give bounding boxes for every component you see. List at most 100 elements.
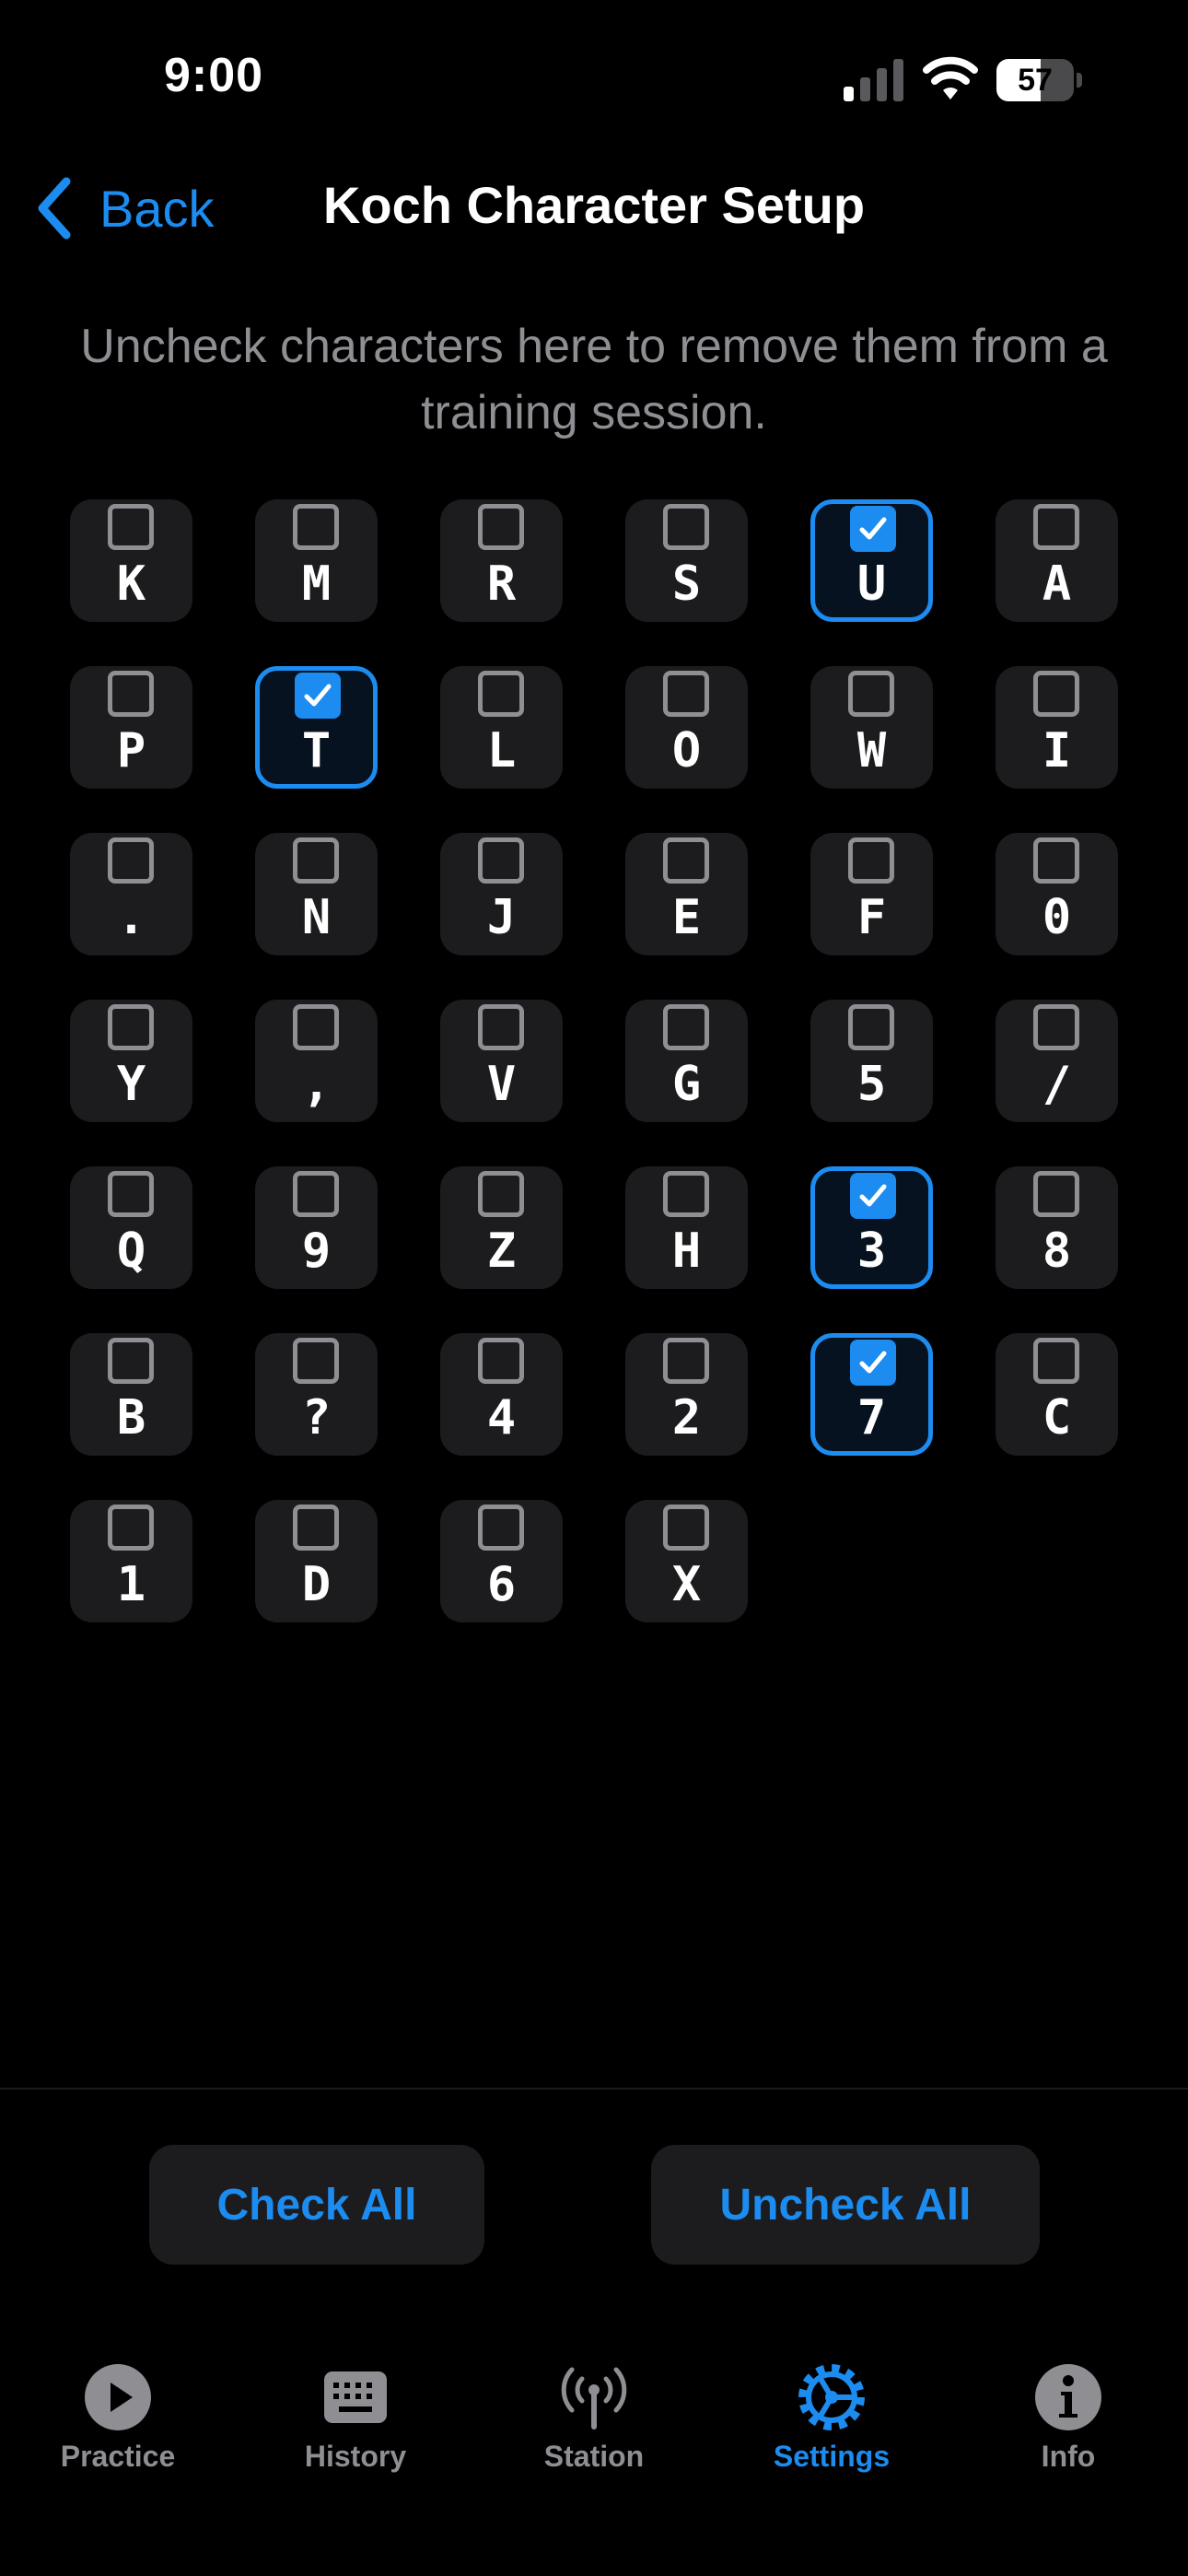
checkbox-unchecked-icon[interactable] [848, 671, 894, 717]
character-tile[interactable]: 2 [625, 1333, 748, 1456]
character-tile[interactable]: G [625, 1000, 748, 1122]
checkbox-unchecked-icon[interactable] [848, 1004, 894, 1050]
character-tile[interactable]: B [70, 1333, 192, 1456]
character-tile[interactable]: 9 [255, 1166, 378, 1289]
checkbox-unchecked-icon[interactable] [1033, 1171, 1079, 1217]
checkbox-unchecked-icon[interactable] [108, 1171, 154, 1217]
checkbox-unchecked-icon[interactable] [293, 1338, 339, 1384]
character-tile[interactable]: 0 [996, 833, 1118, 955]
tab-settings[interactable]: Settings [730, 2340, 933, 2488]
character-tile[interactable]: . [70, 833, 192, 955]
character-label: U [856, 556, 887, 612]
checkbox-unchecked-icon[interactable] [293, 1505, 339, 1551]
character-label: S [671, 556, 702, 612]
checkbox-unchecked-icon[interactable] [1033, 1338, 1079, 1384]
checkbox-unchecked-icon[interactable] [1033, 671, 1079, 717]
checkbox-checked-icon[interactable] [850, 1173, 896, 1219]
character-tile[interactable]: H [625, 1166, 748, 1289]
character-tile[interactable]: T [255, 666, 378, 789]
checkbox-unchecked-icon[interactable] [663, 671, 709, 717]
checkbox-checked-icon[interactable] [850, 506, 896, 552]
character-tile[interactable]: 7 [810, 1333, 933, 1456]
character-tile[interactable]: / [996, 1000, 1118, 1122]
antenna-icon [561, 2367, 627, 2430]
checkbox-unchecked-icon[interactable] [108, 1505, 154, 1551]
checkbox-unchecked-icon[interactable] [108, 1338, 154, 1384]
character-tile[interactable]: K [70, 499, 192, 622]
checkbox-unchecked-icon[interactable] [478, 504, 524, 550]
checkbox-checked-icon[interactable] [295, 673, 341, 719]
character-tile[interactable]: W [810, 666, 933, 789]
tab-info[interactable]: Info [967, 2340, 1170, 2488]
character-tile[interactable]: F [810, 833, 933, 955]
character-tile[interactable]: P [70, 666, 192, 789]
character-tile[interactable]: N [255, 833, 378, 955]
tab-history[interactable]: History [254, 2340, 457, 2488]
character-tile[interactable]: A [996, 499, 1118, 622]
checkbox-unchecked-icon[interactable] [293, 1171, 339, 1217]
character-tile[interactable]: E [625, 833, 748, 955]
character-tile[interactable]: M [255, 499, 378, 622]
status-bar: 9:00 57 [0, 0, 1188, 157]
checkbox-unchecked-icon[interactable] [848, 837, 894, 884]
back-button[interactable]: Back [33, 171, 215, 245]
checkbox-unchecked-icon[interactable] [108, 504, 154, 550]
tab-practice[interactable]: Practice [17, 2340, 219, 2488]
character-tile[interactable]: Y [70, 1000, 192, 1122]
checkbox-checked-icon[interactable] [850, 1340, 896, 1386]
checkbox-unchecked-icon[interactable] [478, 1171, 524, 1217]
checkbox-unchecked-icon[interactable] [478, 1338, 524, 1384]
character-tile[interactable]: S [625, 499, 748, 622]
character-label: I [1042, 723, 1072, 779]
check-all-button[interactable]: Check All [149, 2145, 484, 2265]
page-title: Koch Character Setup [322, 176, 866, 234]
character-tile[interactable]: 8 [996, 1166, 1118, 1289]
checkbox-unchecked-icon[interactable] [478, 671, 524, 717]
character-tile[interactable]: X [625, 1500, 748, 1622]
character-tile[interactable]: 5 [810, 1000, 933, 1122]
tab-label: Settings [773, 2440, 891, 2473]
character-tile[interactable]: V [440, 1000, 563, 1122]
checkbox-unchecked-icon[interactable] [1033, 1004, 1079, 1050]
checkbox-unchecked-icon[interactable] [663, 1338, 709, 1384]
character-label: . [116, 890, 146, 945]
character-tile[interactable]: Q [70, 1166, 192, 1289]
character-tile[interactable]: U [810, 499, 933, 622]
character-tile[interactable]: 3 [810, 1166, 933, 1289]
character-tile[interactable]: 6 [440, 1500, 563, 1622]
checkbox-unchecked-icon[interactable] [1033, 504, 1079, 550]
character-tile[interactable]: 4 [440, 1333, 563, 1456]
character-tile[interactable]: J [440, 833, 563, 955]
checkbox-unchecked-icon[interactable] [663, 1505, 709, 1551]
character-tile[interactable]: ? [255, 1333, 378, 1456]
character-tile[interactable]: Z [440, 1166, 563, 1289]
checkbox-unchecked-icon[interactable] [663, 1004, 709, 1050]
checkbox-unchecked-icon[interactable] [293, 504, 339, 550]
checkbox-unchecked-icon[interactable] [1033, 837, 1079, 884]
character-tile[interactable]: O [625, 666, 748, 789]
checkbox-unchecked-icon[interactable] [108, 1004, 154, 1050]
character-label: P [116, 723, 146, 779]
checkbox-unchecked-icon[interactable] [478, 1505, 524, 1551]
character-label: M [301, 556, 332, 612]
character-tile[interactable]: L [440, 666, 563, 789]
checkbox-unchecked-icon[interactable] [663, 837, 709, 884]
character-label: E [671, 890, 702, 945]
character-tile[interactable]: R [440, 499, 563, 622]
checkbox-unchecked-icon[interactable] [293, 837, 339, 884]
character-tile[interactable]: I [996, 666, 1118, 789]
checkbox-unchecked-icon[interactable] [663, 1171, 709, 1217]
checkbox-unchecked-icon[interactable] [478, 1004, 524, 1050]
checkbox-unchecked-icon[interactable] [293, 1004, 339, 1050]
character-tile[interactable]: 1 [70, 1500, 192, 1622]
character-tile[interactable]: D [255, 1500, 378, 1622]
checkbox-unchecked-icon[interactable] [108, 837, 154, 884]
checkbox-unchecked-icon[interactable] [478, 837, 524, 884]
checkbox-unchecked-icon[interactable] [663, 504, 709, 550]
checkbox-unchecked-icon[interactable] [108, 671, 154, 717]
uncheck-all-button[interactable]: Uncheck All [651, 2145, 1040, 2265]
tab-label: Info [1041, 2440, 1096, 2473]
tab-station[interactable]: Station [493, 2340, 695, 2488]
character-tile[interactable]: C [996, 1333, 1118, 1456]
character-tile[interactable]: , [255, 1000, 378, 1122]
